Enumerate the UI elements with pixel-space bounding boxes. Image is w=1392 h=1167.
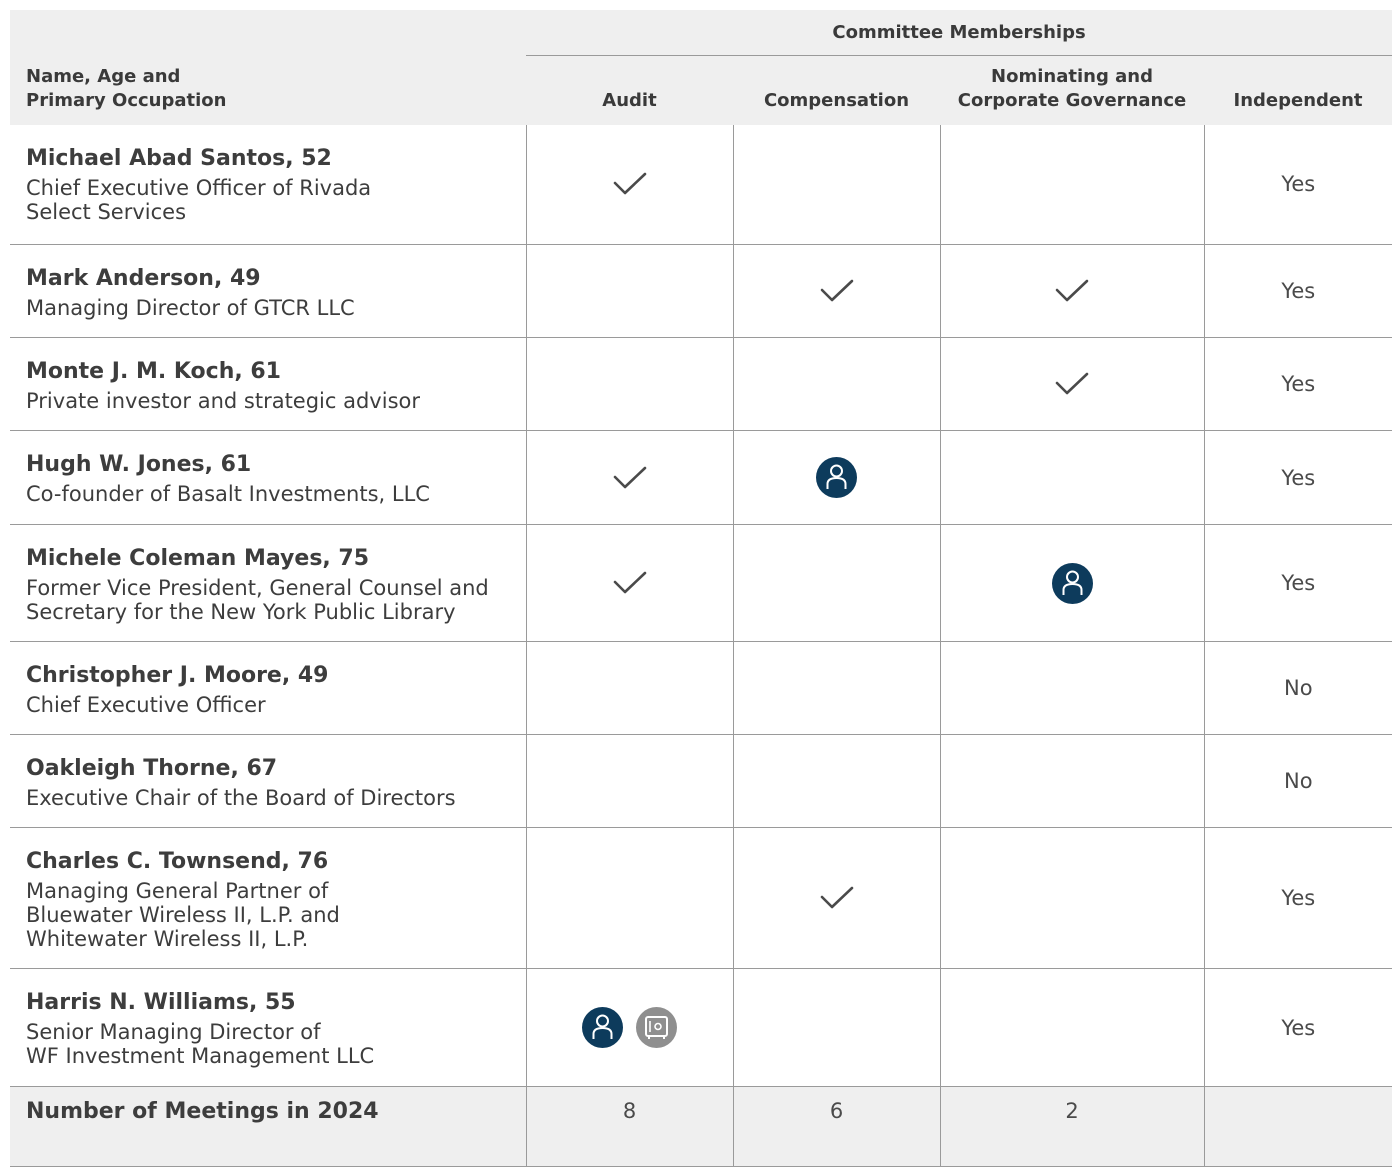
audit-membership-cell xyxy=(525,641,733,735)
compensation-meetings-count: 6 xyxy=(732,1086,940,1167)
director-name: Mark Anderson, 49 xyxy=(26,266,261,291)
director-info-cell: Monte J. M. Koch, 61 Private investor and… xyxy=(10,337,526,431)
header-row-group: Name, Age and Primary Occupation Committ… xyxy=(10,10,1392,125)
independent-cell: Yes xyxy=(1203,827,1392,969)
director-row: Monte J. M. Koch, 61 Private investor and… xyxy=(10,337,1392,431)
checkmark-icon xyxy=(613,571,646,594)
chair-person-icon xyxy=(1051,562,1093,604)
director-info-cell: Oakleigh Thorne, 67 Executive Chair of th… xyxy=(10,734,526,828)
independent-cell: Yes xyxy=(1203,430,1392,525)
compensation-membership-cell xyxy=(732,734,940,828)
nominating-membership-cell xyxy=(939,524,1204,642)
audit-membership-cell xyxy=(525,430,733,525)
checkmark-icon xyxy=(613,466,646,488)
director-info-cell: Christopher J. Moore, 49 Chief Executive … xyxy=(10,641,526,735)
director-row: Harris N. Williams, 55 Senior Managing Di… xyxy=(10,968,1392,1087)
director-occupation: Senior Managing Director of WF Investmen… xyxy=(26,1020,375,1068)
director-occupation: Managing General Partner of Bluewater Wi… xyxy=(26,879,340,951)
chair-person-icon xyxy=(581,1007,623,1048)
director-row: Charles C. Townsend, 76 Managing General … xyxy=(10,827,1392,969)
independent-cell: Yes xyxy=(1203,244,1392,338)
director-row: Hugh W. Jones, 61 Co-founder of Basalt In… xyxy=(10,430,1392,525)
director-occupation: Executive Chair of the Board of Director… xyxy=(26,786,456,810)
director-occupation: Chief Executive Officer of Rivada Select… xyxy=(26,175,372,224)
director-name: Michele Coleman Mayes, 75 xyxy=(26,546,370,571)
director-info-cell: Michael Abad Santos, 52 Chief Executive O… xyxy=(10,124,526,245)
nominating-meetings-count: 2 xyxy=(939,1086,1204,1167)
director-info-cell: Mark Anderson, 49 Managing Director of GT… xyxy=(10,244,526,338)
audit-membership-cell xyxy=(525,524,733,642)
compensation-membership-cell xyxy=(732,524,940,642)
checkmark-icon xyxy=(820,279,853,302)
independent-header: Independent xyxy=(1204,55,1392,125)
independent-cell: Yes xyxy=(1203,524,1392,642)
director-row: Christopher J. Moore, 49 Chief Executive … xyxy=(10,641,1392,735)
independent-meetings-count xyxy=(1203,1086,1392,1167)
director-name: Charles C. Townsend, 76 xyxy=(26,849,329,874)
compensation-membership-cell xyxy=(732,124,940,245)
audit-membership-cell xyxy=(525,968,733,1087)
audit-membership-cell xyxy=(525,244,733,338)
audit-header: Audit xyxy=(526,55,733,125)
director-rows: Michael Abad Santos, 52 Chief Executive O… xyxy=(10,124,1392,1167)
director-occupation: Co-founder of Basalt Investments, LLC xyxy=(26,482,430,506)
committee-memberships-header: Committee Memberships xyxy=(526,10,1392,56)
compensation-membership-cell xyxy=(732,968,940,1087)
independent-cell: Yes xyxy=(1203,968,1392,1087)
director-row: Oakleigh Thorne, 67 Executive Chair of th… xyxy=(10,734,1392,828)
compensation-membership-cell xyxy=(732,827,940,969)
director-info-cell: Hugh W. Jones, 61 Co-founder of Basalt In… xyxy=(10,430,526,525)
audit-membership-cell xyxy=(525,734,733,828)
director-row: Michele Coleman Mayes, 75 Former Vice Pre… xyxy=(10,524,1392,642)
director-name: Hugh W. Jones, 61 xyxy=(26,452,252,477)
nominating-membership-cell xyxy=(939,641,1204,735)
compensation-header: Compensation xyxy=(733,55,940,125)
meetings-label-cell: Number of Meetings in 2024 xyxy=(10,1086,526,1167)
nominating-membership-cell xyxy=(939,244,1204,338)
nominating-membership-cell xyxy=(939,124,1204,245)
director-row: Mark Anderson, 49 Managing Director of GT… xyxy=(10,244,1392,338)
independent-cell: No xyxy=(1203,641,1392,735)
audit-membership-cell xyxy=(525,124,733,245)
director-occupation: Private investor and strategic advisor xyxy=(26,389,420,413)
director-occupation: Former Vice President, General Counsel a… xyxy=(26,576,489,624)
meetings-label: Number of Meetings in 2024 xyxy=(26,1099,379,1124)
nominating-membership-cell xyxy=(939,968,1204,1087)
nominating-membership-cell xyxy=(939,827,1204,969)
compensation-membership-cell xyxy=(732,641,940,735)
independent-cell: Yes xyxy=(1203,124,1392,245)
audit-meetings-count: 8 xyxy=(525,1086,733,1167)
director-info-cell: Harris N. Williams, 55 Senior Managing Di… xyxy=(10,968,526,1087)
independent-cell: Yes xyxy=(1203,337,1392,431)
director-row: Michael Abad Santos, 52 Chief Executive O… xyxy=(10,124,1392,245)
name-column-header: Name, Age and Primary Occupation xyxy=(10,10,526,125)
compensation-membership-cell xyxy=(732,337,940,431)
nominating-membership-cell xyxy=(939,430,1204,525)
checkmark-icon xyxy=(820,886,853,909)
director-name: Michael Abad Santos, 52 xyxy=(26,145,332,171)
safe-icon xyxy=(636,1007,678,1048)
audit-membership-cell xyxy=(525,827,733,969)
director-name: Oakleigh Thorne, 67 xyxy=(26,756,278,781)
nominating-membership-cell xyxy=(939,337,1204,431)
director-name: Monte J. M. Koch, 61 xyxy=(26,359,281,384)
compensation-membership-cell xyxy=(732,244,940,338)
nominating-header: Nominating and Corporate Governance xyxy=(940,55,1204,125)
director-name: Harris N. Williams, 55 xyxy=(26,990,296,1015)
checkmark-icon xyxy=(1055,279,1089,302)
chair-person-icon xyxy=(816,457,857,498)
committee-table: Name, Age and Primary Occupation Committ… xyxy=(10,10,1392,1167)
director-info-cell: Charles C. Townsend, 76 Managing General … xyxy=(10,827,526,969)
meetings-row: Number of Meetings in 2024 8 6 2 xyxy=(10,1086,1392,1167)
checkmark-icon xyxy=(1055,372,1089,395)
checkmark-icon xyxy=(613,172,646,195)
director-occupation: Chief Executive Officer xyxy=(26,693,266,717)
audit-membership-cell xyxy=(525,337,733,431)
director-occupation: Managing Director of GTCR LLC xyxy=(26,296,355,320)
independent-cell: No xyxy=(1203,734,1392,828)
director-name: Christopher J. Moore, 49 xyxy=(26,663,329,688)
nominating-membership-cell xyxy=(939,734,1204,828)
compensation-membership-cell xyxy=(732,430,940,525)
director-info-cell: Michele Coleman Mayes, 75 Former Vice Pre… xyxy=(10,524,526,642)
